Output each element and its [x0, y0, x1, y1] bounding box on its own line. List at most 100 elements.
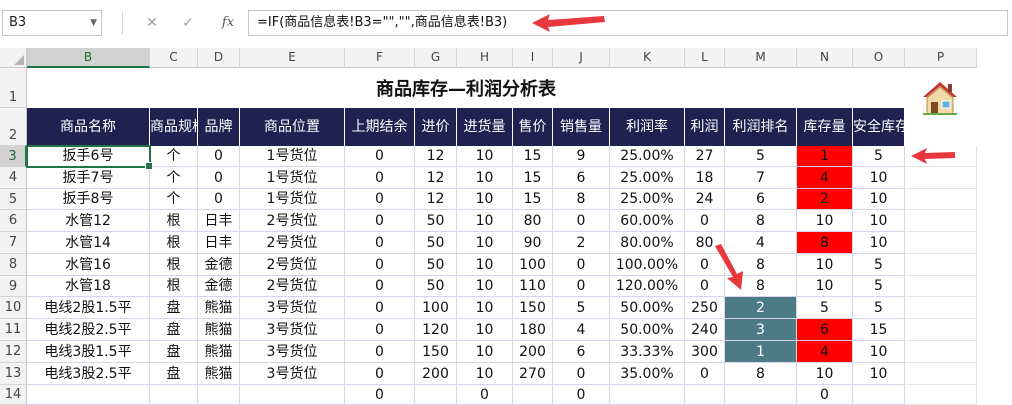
- table-cell[interactable]: 15: [513, 146, 553, 167]
- column-header[interactable]: N: [797, 48, 853, 68]
- column-header[interactable]: G: [415, 48, 457, 68]
- row-header[interactable]: 12: [0, 341, 27, 363]
- table-cell[interactable]: 50.00%: [610, 297, 685, 319]
- table-cell[interactable]: 0: [553, 363, 610, 385]
- table-cell[interactable]: [905, 167, 977, 189]
- column-header[interactable]: F: [345, 48, 415, 68]
- table-cell[interactable]: [853, 385, 905, 405]
- table-cell[interactable]: [725, 385, 797, 405]
- table-cell[interactable]: 35.00%: [610, 363, 685, 385]
- table-cell[interactable]: 150: [415, 341, 457, 363]
- table-cell[interactable]: 3号货位: [240, 319, 345, 341]
- column-header[interactable]: D: [198, 48, 240, 68]
- table-cell[interactable]: 0: [345, 254, 415, 276]
- table-cell[interactable]: 0: [345, 385, 415, 405]
- table-cell[interactable]: 10: [853, 232, 905, 254]
- table-cell[interactable]: [685, 385, 725, 405]
- table-cell[interactable]: 10: [457, 276, 513, 297]
- table-cell[interactable]: 120: [415, 319, 457, 341]
- table-cell[interactable]: 1号货位: [240, 189, 345, 210]
- table-cell[interactable]: 15: [513, 167, 553, 189]
- table-cell[interactable]: 0: [553, 210, 610, 232]
- table-cell[interactable]: 0: [345, 363, 415, 385]
- table-cell[interactable]: 0: [345, 297, 415, 319]
- table-cell[interactable]: 10: [457, 254, 513, 276]
- table-cell[interactable]: 1: [725, 341, 797, 363]
- sheet-title[interactable]: 商品库存—利润分析表: [27, 68, 905, 108]
- table-cell[interactable]: 根: [150, 210, 198, 232]
- table-cell[interactable]: 个: [150, 189, 198, 210]
- table-cell[interactable]: 50: [415, 232, 457, 254]
- row-header[interactable]: 1: [0, 68, 27, 108]
- table-cell[interactable]: [905, 385, 977, 405]
- column-header[interactable]: L: [685, 48, 725, 68]
- row-header[interactable]: 5: [0, 189, 27, 210]
- table-cell[interactable]: 5: [797, 297, 853, 319]
- table-cell[interactable]: 6: [797, 319, 853, 341]
- table-cell[interactable]: 个: [150, 167, 198, 189]
- table-cell[interactable]: 电线2股1.5平: [27, 297, 150, 319]
- table-cell[interactable]: 6: [553, 341, 610, 363]
- table-cell[interactable]: 2: [553, 232, 610, 254]
- table-cell[interactable]: 3号货位: [240, 363, 345, 385]
- column-title[interactable]: 进货量: [457, 108, 513, 146]
- table-cell[interactable]: 5: [725, 146, 797, 167]
- table-cell[interactable]: 50.00%: [610, 319, 685, 341]
- insert-function-icon[interactable]: fx: [216, 12, 240, 34]
- table-cell[interactable]: 5: [853, 297, 905, 319]
- table-cell[interactable]: 10: [457, 363, 513, 385]
- table-cell[interactable]: 150: [513, 297, 553, 319]
- table-cell[interactable]: 1号货位: [240, 167, 345, 189]
- table-cell[interactable]: 50: [415, 254, 457, 276]
- row-header[interactable]: 11: [0, 319, 27, 341]
- column-title[interactable]: 品牌: [198, 108, 240, 146]
- table-cell[interactable]: [905, 297, 977, 319]
- table-cell[interactable]: 熊猫: [198, 297, 240, 319]
- table-cell[interactable]: 6: [553, 167, 610, 189]
- table-cell[interactable]: 盘: [150, 319, 198, 341]
- table-cell[interactable]: 0: [685, 363, 725, 385]
- table-cell[interactable]: 0: [198, 189, 240, 210]
- table-cell[interactable]: 4: [553, 319, 610, 341]
- table-cell[interactable]: 27: [685, 146, 725, 167]
- table-cell[interactable]: 100: [513, 254, 553, 276]
- table-cell[interactable]: 2号货位: [240, 276, 345, 297]
- table-cell[interactable]: 0: [553, 385, 610, 405]
- chevron-down-icon[interactable]: ▼: [90, 11, 97, 35]
- table-cell[interactable]: 200: [415, 363, 457, 385]
- table-cell[interactable]: 日丰: [198, 232, 240, 254]
- table-cell[interactable]: 10: [457, 189, 513, 210]
- table-cell[interactable]: 2: [725, 297, 797, 319]
- column-title[interactable]: 商品位置: [240, 108, 345, 146]
- table-cell[interactable]: 12: [415, 189, 457, 210]
- table-cell[interactable]: 50: [415, 276, 457, 297]
- column-header[interactable]: O: [853, 48, 905, 68]
- column-header[interactable]: K: [610, 48, 685, 68]
- table-cell[interactable]: 熊猫: [198, 363, 240, 385]
- table-cell[interactable]: 270: [513, 363, 553, 385]
- table-cell[interactable]: 10: [797, 254, 853, 276]
- table-cell[interactable]: 10: [797, 276, 853, 297]
- table-cell[interactable]: 10: [853, 210, 905, 232]
- table-cell[interactable]: 24: [685, 189, 725, 210]
- table-cell[interactable]: 电线3股1.5平: [27, 341, 150, 363]
- row-header[interactable]: 6: [0, 210, 27, 232]
- row-header[interactable]: 9: [0, 276, 27, 297]
- table-cell[interactable]: [905, 276, 977, 297]
- table-cell[interactable]: 0: [457, 385, 513, 405]
- table-cell[interactable]: 0: [553, 254, 610, 276]
- column-header[interactable]: P: [905, 48, 977, 68]
- column-title[interactable]: 利润率: [610, 108, 685, 146]
- table-cell[interactable]: 个: [150, 146, 198, 167]
- formula-input[interactable]: =IF(商品信息表!B3="","",商品信息表!B3): [248, 10, 1008, 36]
- name-box[interactable]: B3 ▼: [2, 10, 102, 36]
- table-cell[interactable]: 2号货位: [240, 210, 345, 232]
- table-cell[interactable]: [905, 319, 977, 341]
- table-cell[interactable]: 10: [853, 341, 905, 363]
- table-cell[interactable]: 4: [797, 341, 853, 363]
- table-cell[interactable]: 8: [797, 232, 853, 254]
- table-cell[interactable]: 100: [415, 297, 457, 319]
- column-header[interactable]: H: [457, 48, 513, 68]
- row-header[interactable]: 10: [0, 297, 27, 319]
- column-title[interactable]: 利润排名: [725, 108, 797, 146]
